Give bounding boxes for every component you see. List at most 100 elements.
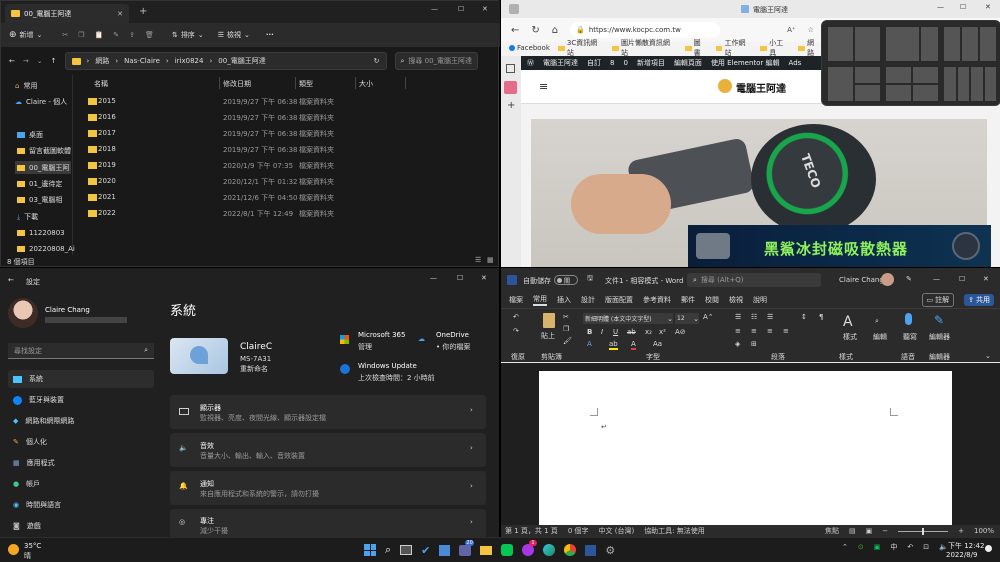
nav-item-onedrive[interactable]: ☁ Claire - 個人 — [15, 97, 67, 107]
collapse-ribbon-icon[interactable]: ⌄ — [985, 352, 991, 360]
ad-banner[interactable]: 黑鯊冰封磁吸散熱器 — [688, 225, 991, 267]
align-center-icon[interactable]: ≡ — [751, 327, 757, 335]
save-icon[interactable]: 🖫 — [587, 274, 593, 285]
m365-link[interactable]: 管理 — [358, 342, 372, 352]
nav-item-folder[interactable]: 留言截圖軟體 — [17, 146, 71, 156]
home-icon[interactable]: ⌂ — [552, 25, 558, 36]
avatar[interactable] — [8, 298, 38, 328]
details-view-icon[interactable]: ☰ — [475, 256, 481, 264]
active-tab-icon[interactable] — [504, 81, 517, 94]
start-icon[interactable] — [364, 544, 376, 556]
settings-taskbar-icon[interactable]: ⚙ — [605, 544, 615, 557]
weather-icon[interactable] — [8, 544, 19, 555]
wordpress-icon[interactable]: Ⓦ — [527, 58, 534, 68]
italic-icon[interactable]: I — [601, 328, 603, 336]
sort-icon[interactable]: ↕ — [801, 313, 807, 321]
print-layout-icon[interactable]: ▣ — [866, 527, 873, 535]
maximize-icon[interactable]: ☐ — [458, 5, 464, 13]
redo-icon[interactable]: ↷ — [513, 327, 519, 335]
comments-button[interactable]: ▭ 註解 — [921, 293, 955, 307]
search-box[interactable]: ⌕ 搜尋 00_電腦王阿達 — [394, 52, 478, 70]
undo-icon[interactable]: ↶ — [513, 313, 519, 321]
copy-icon[interactable]: ❐ — [563, 325, 569, 333]
todo-icon[interactable]: ✔ — [421, 544, 430, 557]
tab-view[interactable]: 檢視 — [729, 295, 743, 305]
cut-icon[interactable]: ✂ — [62, 31, 68, 39]
share-icon[interactable]: ⇪ — [129, 31, 135, 39]
minimize-icon[interactable]: — — [431, 5, 438, 13]
nav-item-personalization[interactable]: ✎ 個人化 — [13, 437, 47, 447]
autosave-toggle[interactable]: 關 — [554, 275, 578, 285]
nav-item-time-language[interactable]: ◉ 時間與語言 — [13, 500, 61, 510]
messenger-icon[interactable]: 1 — [522, 540, 537, 556]
maximize-icon[interactable]: ☐ — [960, 3, 966, 11]
snap-layout-4col[interactable] — [944, 67, 996, 101]
fav-folder[interactable]: 小工具 — [760, 38, 790, 58]
strikethrough-icon[interactable]: ab — [627, 328, 636, 336]
back-icon[interactable]: ← — [511, 25, 519, 36]
add-tab-icon[interactable]: + — [507, 100, 515, 111]
cut-icon[interactable]: ✂ — [563, 313, 569, 321]
word-search[interactable]: ⌕ 搜尋 (Alt+Q) — [687, 273, 821, 287]
font-color-icon[interactable]: A — [631, 340, 636, 350]
word-taskbar-icon[interactable] — [585, 544, 597, 556]
align-right-icon[interactable]: ≡ — [767, 327, 773, 335]
focus-mode[interactable]: 焦點 — [825, 526, 839, 536]
fav-folder[interactable]: 工作網站 — [715, 38, 753, 58]
table-row[interactable]: 2021 2021/12/6 下午 04:50 檔案資料夾 — [81, 189, 491, 205]
chrome-icon[interactable] — [564, 544, 577, 556]
snap-layout-2col[interactable] — [828, 27, 880, 61]
volume-icon[interactable]: 🔈 — [939, 543, 948, 551]
clock-time[interactable]: 下午 12:42 — [948, 541, 984, 551]
url-bar[interactable]: 🔒 https://www.kocpc.com.tw — [570, 22, 721, 38]
tray-overflow-icon[interactable]: ⌃ — [842, 543, 848, 551]
table-row[interactable]: 2016 2019/9/27 下午 06:38 檔案資料夾 — [81, 109, 491, 125]
settings-search-box[interactable]: 尋找設定 ⌕ — [8, 343, 154, 359]
copy-icon[interactable]: ❐ — [78, 31, 84, 39]
pen-icon[interactable]: ✎ — [906, 275, 912, 283]
refresh-icon[interactable]: ↻ — [374, 57, 380, 65]
nav-item-folder-selected[interactable]: 00_電腦王阿 — [15, 161, 71, 174]
up-icon[interactable]: ↑ — [51, 57, 57, 65]
editor-button[interactable]: 編輯器 — [929, 332, 950, 342]
close-icon[interactable]: ✕ — [482, 5, 488, 13]
table-row[interactable]: 2015 2019/9/27 下午 06:38 檔案資料夾 — [81, 93, 491, 109]
snap-layout-left-split[interactable] — [828, 67, 880, 101]
more-button[interactable]: ··· — [266, 31, 274, 39]
bold-icon[interactable]: B — [587, 328, 592, 336]
maximize-icon[interactable]: ☐ — [457, 274, 463, 282]
nav-item-folder[interactable]: 01_邊待定 — [17, 179, 62, 189]
minimize-icon[interactable]: — — [937, 3, 944, 11]
refresh-icon[interactable]: ↻ — [531, 25, 539, 36]
clear-format-icon[interactable]: A⊘ — [675, 328, 686, 336]
tiles-view-icon[interactable]: ▦ — [487, 256, 494, 264]
settings-card-display[interactable]: 顯示器 監視器、亮度、夜間光線、顯示器設定檔 › — [170, 395, 486, 429]
teams-icon[interactable]: 20 — [459, 539, 474, 556]
nav-item-desktop[interactable]: 桌面 — [17, 130, 43, 140]
notification-icon[interactable] — [985, 545, 992, 552]
read-aloud-icon[interactable]: A⁺ — [787, 26, 795, 34]
borders-icon[interactable]: ⊞ — [751, 340, 757, 348]
nav-item-gaming[interactable]: ◙ 遊戲 — [13, 521, 41, 531]
tab-layout[interactable]: 版面配置 — [605, 295, 633, 305]
ime-indicator[interactable]: 中 — [890, 542, 897, 552]
settings-card-focus[interactable]: ◎ 專注 減少干擾 › — [170, 509, 486, 537]
close-icon[interactable]: ✕ — [481, 274, 487, 282]
close-tab-icon[interactable]: ✕ — [117, 10, 123, 18]
zoom-in-icon[interactable]: + — [958, 527, 964, 535]
task-view-icon[interactable] — [400, 545, 413, 555]
address-bar[interactable]: › 網路 › Nas-Claire › irix0824 › 00_電腦王阿達 ↻ — [64, 52, 387, 70]
back-icon[interactable]: ← — [9, 57, 15, 65]
fav-facebook[interactable]: Facebook — [509, 44, 550, 52]
share-button[interactable]: ⇪ 共用 — [964, 294, 994, 306]
close-icon[interactable]: ✕ — [985, 3, 991, 11]
nav-item-folder[interactable]: 03_電腦相 — [17, 195, 62, 205]
rename-icon[interactable]: ✎ — [113, 31, 119, 39]
tab-insert[interactable]: 插入 — [557, 295, 571, 305]
table-row[interactable]: 2022 2022/8/1 下午 12:49 檔案資料夾 — [81, 205, 491, 221]
snap-layout-3col[interactable] — [944, 27, 996, 61]
breadcrumb-2[interactable]: irix0824 — [175, 57, 204, 65]
weather-temp[interactable]: 35°C — [24, 542, 41, 550]
justify-icon[interactable]: ≡ — [783, 327, 789, 335]
tab-title[interactable]: 電腦王阿達 — [753, 5, 788, 15]
